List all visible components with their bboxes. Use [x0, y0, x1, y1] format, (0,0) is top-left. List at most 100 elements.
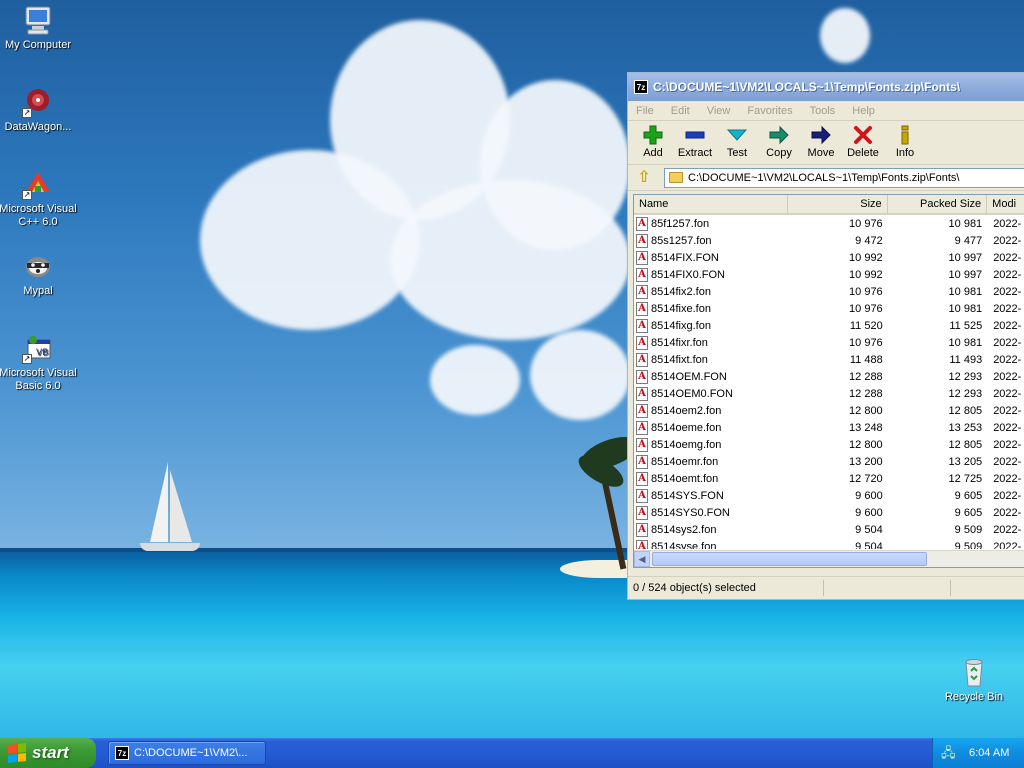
taskbar-window-button[interactable]: 7z C:\DOCUME~1\VM2\... — [108, 741, 266, 765]
table-row[interactable]: A 8514oeme.fon 13 248 13 253 2022- — [634, 419, 1024, 436]
shortcut-arrow-icon: ↗ — [22, 190, 32, 200]
column-header-packed-size[interactable]: Packed Size — [888, 195, 988, 213]
file-name-cell: A 8514oemg.fon — [634, 437, 788, 452]
table-row[interactable]: A 8514SYS0.FON 9 600 9 605 2022- — [634, 504, 1024, 521]
desktop-icon-visual-cpp[interactable]: ↗ Microsoft Visual C++ 6.0 — [0, 168, 78, 229]
table-row[interactable]: A 8514oemr.fon 13 200 13 205 2022- — [634, 453, 1024, 470]
my-computer-icon — [22, 4, 54, 36]
move-button[interactable]: Move — [800, 123, 842, 164]
menu-tools[interactable]: Tools — [810, 105, 836, 117]
font-file-icon: A — [636, 539, 648, 549]
font-file-icon: A — [636, 284, 648, 299]
menu-view[interactable]: View — [707, 105, 731, 117]
extract-button[interactable]: Extract — [674, 123, 716, 164]
test-button[interactable]: Test — [716, 123, 758, 164]
desktop-icon-label: Microsoft Visual C++ 6.0 — [0, 203, 77, 228]
table-row[interactable]: A 8514oem2.fon 12 800 12 805 2022- — [634, 402, 1024, 419]
test-button-label: Test — [726, 147, 748, 159]
file-name-cell: A 85s1257.fon — [634, 233, 788, 248]
table-row[interactable]: A 8514fixr.fon 10 976 10 981 2022- — [634, 334, 1024, 351]
column-header-modified[interactable]: Modi — [987, 195, 1024, 213]
font-file-icon: A — [636, 522, 648, 537]
table-row[interactable]: A 8514FIX.FON 10 992 10 997 2022- — [634, 249, 1024, 266]
file-modified: 2022- — [993, 489, 1022, 502]
desktop-icon-datawagon[interactable]: ↗ DataWagon... — [0, 86, 78, 134]
recycle-bin-icon — [958, 656, 990, 688]
menu-edit[interactable]: Edit — [671, 105, 690, 117]
file-packed-size: 9 509 — [954, 523, 983, 536]
desktop-icon-recycle-bin[interactable]: Recycle Bin — [934, 656, 1014, 704]
file-size: 9 600 — [855, 489, 883, 502]
scroll-thumb[interactable] — [652, 552, 927, 566]
file-name: 8514fixt.fon — [651, 353, 708, 366]
wallpaper-cloud — [480, 80, 630, 250]
horizontal-scrollbar[interactable]: ◀ — [634, 550, 1024, 567]
table-row[interactable]: A 8514fixg.fon 11 520 11 525 2022- — [634, 317, 1024, 334]
network-tray-icon[interactable]: 🖧 — [941, 745, 957, 761]
file-packed-size: 9 605 — [954, 489, 983, 502]
column-header-name[interactable]: Name — [634, 195, 789, 213]
svg-text:VB: VB — [36, 348, 48, 358]
add-button[interactable]: Add — [632, 123, 674, 164]
folder-up-icon[interactable]: ⇧ — [634, 168, 654, 188]
desktop-icon-my-computer[interactable]: My Computer — [0, 4, 78, 52]
move-button-label: Move — [807, 147, 835, 159]
file-name: 8514oem2.fon — [651, 404, 722, 417]
table-row[interactable]: A 8514fixt.fon 11 488 11 493 2022- — [634, 351, 1024, 368]
file-name: 8514FIX0.FON — [651, 268, 725, 281]
delete-button[interactable]: Delete — [842, 123, 884, 164]
address-input[interactable]: C:\DOCUME~1\VM2\LOCALS~1\Temp\Fonts.zip\… — [664, 167, 1024, 188]
table-row[interactable]: A 8514syse.fon 9 504 9 509 2022- — [634, 538, 1024, 549]
window-titlebar[interactable]: 7z C:\DOCUME~1\VM2\LOCALS~1\Temp\Fonts.z… — [628, 73, 1024, 101]
file-name: 8514oemr.fon — [651, 455, 719, 468]
table-row[interactable]: A 8514OEM0.FON 12 288 12 293 2022- — [634, 385, 1024, 402]
table-row[interactable]: A 8514OEM.FON 12 288 12 293 2022- — [634, 368, 1024, 385]
table-row[interactable]: A 8514SYS.FON 9 600 9 605 2022- — [634, 487, 1024, 504]
font-file-icon: A — [636, 335, 648, 350]
menu-file[interactable]: File — [636, 105, 654, 117]
table-row[interactable]: A 8514FIX0.FON 10 992 10 997 2022- — [634, 266, 1024, 283]
file-size: 12 800 — [849, 404, 883, 417]
table-row[interactable]: A 85f1257.fon 10 976 10 981 2022- — [634, 215, 1024, 232]
table-row[interactable]: A 8514oemt.fon 12 720 12 725 2022- — [634, 470, 1024, 487]
table-row[interactable]: A 8514oemg.fon 12 800 12 805 2022- — [634, 436, 1024, 453]
file-name: 8514fixg.fon — [651, 319, 711, 332]
copy-button[interactable]: Copy — [758, 123, 800, 164]
table-row[interactable]: A 8514fixe.fon 10 976 10 981 2022- — [634, 300, 1024, 317]
file-size: 13 200 — [849, 455, 883, 468]
menu-help[interactable]: Help — [852, 105, 875, 117]
folder-icon — [669, 172, 683, 183]
desktop-icon-visual-basic[interactable]: VB ↗ Microsoft Visual Basic 6.0 — [0, 332, 78, 393]
file-name: 8514sys2.fon — [651, 523, 717, 536]
start-button[interactable]: start — [0, 738, 96, 768]
file-name: 8514OEM.FON — [651, 370, 727, 383]
menu-favorites[interactable]: Favorites — [747, 105, 792, 117]
table-row[interactable]: A 8514sys2.fon 9 504 9 509 2022- — [634, 521, 1024, 538]
wallpaper-cloud — [430, 345, 520, 415]
file-size: 11 520 — [849, 319, 883, 332]
file-packed-size: 13 253 — [948, 421, 983, 434]
table-row[interactable]: A 8514fix2.fon 10 976 10 981 2022- — [634, 283, 1024, 300]
file-packed-size: 13 205 — [948, 455, 983, 468]
file-name-cell: A 85f1257.fon — [634, 216, 788, 231]
file-packed-size: 12 725 — [948, 472, 983, 485]
clock[interactable]: 6:04 AM — [969, 747, 1009, 759]
file-packed-size: 10 981 — [948, 336, 983, 349]
file-modified: 2022- — [993, 438, 1022, 451]
extract-icon — [674, 123, 716, 147]
delete-icon — [842, 123, 884, 147]
file-name-cell: A 8514OEM0.FON — [634, 386, 788, 401]
scroll-left-icon[interactable]: ◀ — [634, 551, 650, 567]
desktop-icon-mypal[interactable]: Mypal — [0, 250, 78, 298]
info-button[interactable]: Info — [884, 123, 926, 164]
file-name-cell: A 8514oemr.fon — [634, 454, 788, 469]
file-packed-size: 10 981 — [948, 217, 983, 230]
file-name: 8514oemt.fon — [651, 472, 719, 485]
copy-icon — [758, 123, 800, 147]
column-header-size[interactable]: Size — [788, 195, 888, 213]
file-name-cell: A 8514sys2.fon — [634, 522, 788, 537]
file-modified: 2022- — [993, 353, 1022, 366]
font-file-icon: A — [636, 454, 648, 469]
table-row[interactable]: A 85s1257.fon 9 472 9 477 2022- — [634, 232, 1024, 249]
file-modified: 2022- — [993, 251, 1022, 264]
